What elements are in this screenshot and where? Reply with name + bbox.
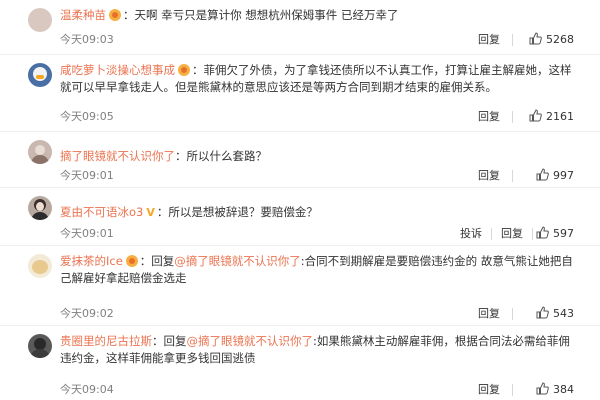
comment-text: ：天啊 幸亏只是算计你 想想杭州保姆事件 已经万幸了	[123, 8, 399, 22]
reply-button[interactable]: 回复	[478, 306, 500, 322]
username-link[interactable]: 爱抹茶的Ice	[60, 254, 123, 268]
comment-meta: 今天09:01 投诉 回复 597	[0, 226, 600, 242]
comment-item: 夏由不可语冰o3 V ：所以是想被辞退？要赔偿金？ 今天09:01 投诉 回复 59…	[0, 188, 600, 246]
comment-item: 摘了眼镜就不认识你了：所以什么套路？ 今天09:01 回复 997	[0, 132, 600, 188]
comment-item: 温柔种苗 ：天啊 幸亏只是算计你 想想杭州保姆事件 已经万幸了 今天09:03 回…	[0, 0, 600, 55]
username-link[interactable]: 咸吃萝卜淡操心想事成	[60, 63, 175, 77]
avatar[interactable]	[28, 140, 52, 164]
thumbs-up-icon	[536, 226, 549, 239]
username-link[interactable]: 摘了眼镜就不认识你了	[60, 149, 175, 163]
comment-body: 夏由不可语冰o3 V ：所以是想被辞退？要赔偿金？	[60, 204, 590, 221]
like-count: 997	[553, 169, 574, 182]
comment-text: ：所以什么套路？	[175, 149, 267, 163]
username-link[interactable]: 温柔种苗	[60, 8, 106, 22]
verified-v-icon: V	[146, 206, 155, 219]
reply-button[interactable]: 回复	[478, 32, 500, 48]
comment-meta: 今天09:03 回复 5268	[0, 32, 600, 48]
member-badge-icon	[109, 9, 121, 21]
report-button[interactable]: 投诉	[460, 226, 482, 242]
thumbs-up-icon	[529, 32, 542, 45]
comment-body: 爱抹茶的Ice ：回复@摘了眼镜就不认识你了:合同不到期解雇是要赔偿违约金的 故意…	[60, 253, 584, 287]
comment-meta: 今天09:01 回复 997	[0, 168, 600, 184]
timestamp: 今天09:02	[60, 307, 114, 320]
divider	[512, 111, 513, 123]
reply-prefix: 回复	[151, 254, 175, 268]
timestamp: 今天09:04	[60, 383, 114, 396]
avatar[interactable]	[28, 334, 52, 358]
avatar[interactable]	[28, 8, 52, 32]
thumbs-up-icon	[529, 109, 542, 122]
like-button[interactable]: 5268	[529, 32, 574, 48]
thumbs-up-icon	[536, 382, 549, 395]
avatar[interactable]	[28, 63, 52, 87]
divider	[512, 384, 513, 396]
comment-body: 温柔种苗 ：天啊 幸亏只是算计你 想想杭州保姆事件 已经万幸了	[60, 7, 590, 24]
comment-text: ：所以是想被辞退？要赔偿金？	[156, 205, 318, 219]
comment-body: 咸吃萝卜淡操心想事成 ：菲佣欠了外债，为了拿钱还债所以不认真工作，打算让雇主解雇她…	[60, 62, 582, 96]
like-button[interactable]: 543	[536, 306, 574, 322]
timestamp: 今天09:05	[60, 110, 114, 123]
mention-link[interactable]: @摘了眼镜就不认识你了	[187, 334, 314, 348]
like-button[interactable]: 2161	[529, 109, 574, 125]
username-link[interactable]: 夏由不可语冰o3	[60, 205, 143, 219]
comment-body: 贵圈里的尼古拉斯：回复@摘了眼镜就不认识你了:如果熊黛林主动解雇菲佣，根据合同法…	[60, 333, 576, 367]
timestamp: 今天09:01	[60, 169, 114, 182]
like-button[interactable]: 997	[536, 168, 574, 184]
like-button[interactable]: 384	[536, 382, 574, 398]
like-count: 384	[553, 383, 574, 396]
timestamp: 今天09:03	[60, 33, 114, 46]
reply-button[interactable]: 回复	[478, 382, 500, 398]
divider	[512, 170, 513, 182]
comment-body: 摘了眼镜就不认识你了：所以什么套路？	[60, 148, 590, 165]
avatar[interactable]	[28, 254, 52, 278]
comment-item: 咸吃萝卜淡操心想事成 ：菲佣欠了外债，为了拿钱还债所以不认真工作，打算让雇主解雇她…	[0, 55, 600, 132]
divider	[512, 34, 513, 46]
like-count: 597	[553, 227, 574, 240]
member-badge-icon	[178, 64, 190, 76]
comment-meta: 今天09:05 回复 2161	[0, 109, 600, 125]
reply-button[interactable]: 回复	[501, 226, 523, 242]
like-count: 5268	[546, 33, 574, 46]
comment-list: 温柔种苗 ：天啊 幸亏只是算计你 想想杭州保姆事件 已经万幸了 今天09:03 回…	[0, 0, 600, 400]
like-count: 2161	[546, 110, 574, 123]
divider	[491, 228, 492, 240]
avatar[interactable]	[28, 196, 52, 220]
comment-item: 爱抹茶的Ice ：回复@摘了眼镜就不认识你了:合同不到期解雇是要赔偿违约金的 故意…	[0, 246, 600, 326]
username-link[interactable]: 贵圈里的尼古拉斯	[60, 334, 152, 348]
timestamp: 今天09:01	[60, 227, 114, 240]
thumbs-up-icon	[536, 168, 549, 181]
divider	[532, 228, 533, 240]
like-count: 543	[553, 307, 574, 320]
like-button[interactable]: 597	[536, 226, 574, 242]
comment-meta: 今天09:04 回复 384	[0, 382, 600, 398]
mention-link[interactable]: @摘了眼镜就不认识你了	[174, 254, 301, 268]
reply-button[interactable]: 回复	[478, 109, 500, 125]
comment-meta: 今天09:02 回复 543	[0, 306, 600, 322]
divider	[512, 308, 513, 320]
thumbs-up-icon	[536, 306, 549, 319]
reply-prefix: 回复	[163, 334, 187, 348]
member-badge-icon	[125, 255, 138, 267]
reply-button[interactable]: 回复	[478, 168, 500, 184]
comment-item: 贵圈里的尼古拉斯：回复@摘了眼镜就不认识你了:如果熊黛林主动解雇菲佣，根据合同法…	[0, 326, 600, 400]
